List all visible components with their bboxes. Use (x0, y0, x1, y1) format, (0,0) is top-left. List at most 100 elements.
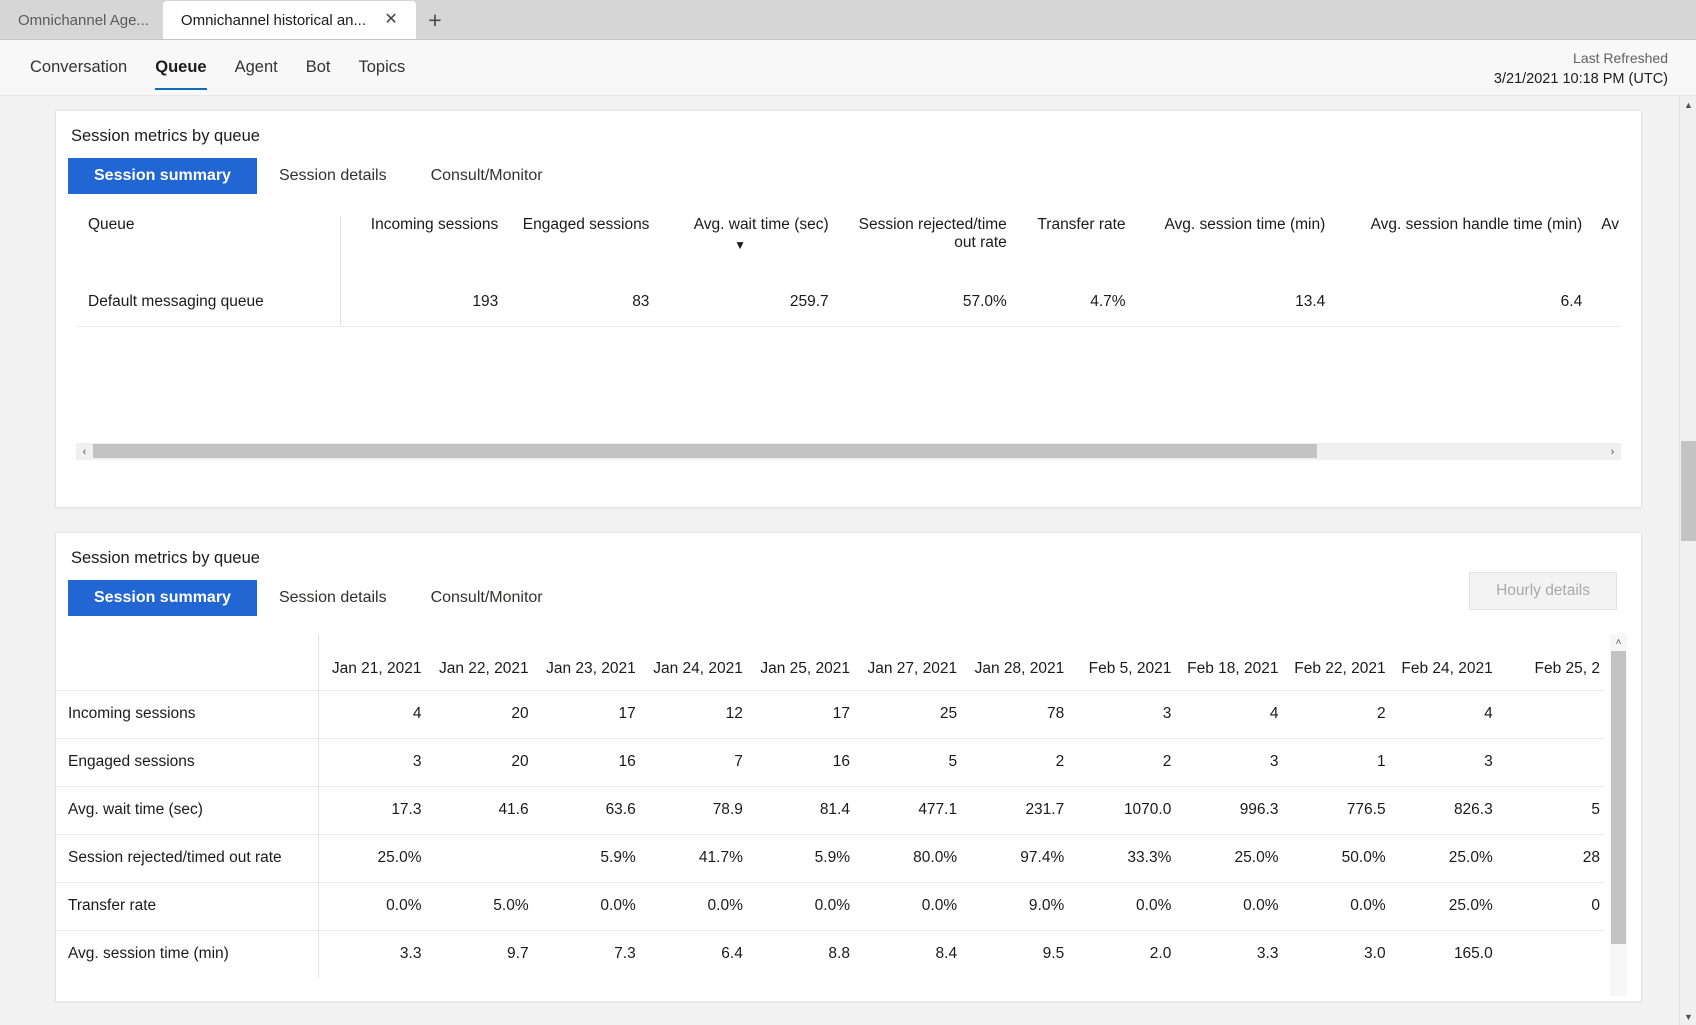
cell-avg-session-handle-time: 6.4 (1327, 278, 1585, 327)
col-header-avg-session-time[interactable]: Avg. session time (min) (1128, 216, 1328, 278)
cell-r5-c8: 3.3 (1256, 945, 1279, 963)
cell-r4-c2: 0.0% (600, 897, 636, 914)
scroll-left-icon[interactable]: ‹ (76, 443, 93, 460)
cell-r4-c8: 0.0% (1243, 897, 1279, 914)
cell-r5-c6: 9.5 (1042, 945, 1065, 963)
scroll-right-icon[interactable]: › (1604, 443, 1621, 460)
browser-tab-1[interactable]: Omnichannel Age... (0, 1, 163, 39)
col-header-date-4[interactable]: Jan 25, 2021 (747, 634, 854, 690)
col-header-date-8[interactable]: Feb 18, 2021 (1175, 634, 1282, 690)
table-horizontal-scrollbar[interactable]: ‹ › (76, 443, 1621, 460)
vscroll-thumb[interactable] (1611, 651, 1626, 945)
row-label-avg-wait-time: Avg. wait time (sec) (56, 786, 319, 834)
col-header-transfer-rate[interactable]: Transfer rate (1009, 216, 1128, 278)
col-header-queue[interactable]: Queue (76, 216, 342, 278)
last-refreshed-value: 3/21/2021 10:18 PM (UTC) (1493, 71, 1668, 87)
hscroll-track[interactable] (93, 443, 1604, 460)
col-header-clipped[interactable]: Av (1584, 216, 1621, 278)
col-header-date-2[interactable]: Jan 23, 2021 (533, 634, 640, 690)
cell-r1-c4: 16 (832, 753, 850, 770)
card2-pivots: Session summary Session details Consult/… (56, 568, 1641, 616)
cell-r1-c3: 7 (734, 753, 743, 770)
table-row[interactable]: Avg. session time (min) 3.3 9.7 7.3 6.4 … (56, 930, 1604, 978)
col-header-avg-session-handle-time[interactable]: Avg. session handle time (min) (1327, 216, 1584, 278)
col-header-date-6[interactable]: Jan 28, 2021 (961, 634, 1068, 690)
close-icon[interactable]: ✕ (380, 9, 402, 31)
browser-tab-2[interactable]: Omnichannel historical an... ✕ (162, 1, 417, 39)
table-row[interactable]: Incoming sessions 4 20 17 12 17 25 78 3 … (56, 690, 1604, 738)
tab-agent[interactable]: Agent (221, 40, 292, 95)
cell-r0-c6: 78 (1046, 705, 1065, 722)
col-header-date-10[interactable]: Feb 24, 2021 (1390, 634, 1497, 690)
hourly-details-button[interactable]: Hourly details (1469, 572, 1617, 610)
card-session-metrics-by-queue-daily: Session metrics by queue Session summary… (55, 532, 1642, 1002)
cell-r5-c9: 3.0 (1364, 945, 1386, 963)
cell-r2-c11: 5 (1591, 801, 1600, 818)
cell-r1-c2: 16 (618, 753, 636, 770)
cell-avg-wait-time: 259.7 (651, 278, 831, 327)
cell-r4-c7: 0.0% (1136, 897, 1172, 914)
col-header-session-rejected-timeout-rate[interactable]: Session rejected/time out rate (831, 216, 1009, 278)
hourly-details-button-label: Hourly details (1496, 582, 1590, 599)
col-header-date-9[interactable]: Feb 22, 2021 (1282, 634, 1389, 690)
card2-pivot-session-details[interactable]: Session details (257, 580, 409, 616)
col-header-date-3[interactable]: Jan 24, 2021 (640, 634, 747, 690)
col-header-avg-session-time-label: Avg. session time (min) (1164, 216, 1326, 233)
new-tab-icon[interactable]: + (416, 1, 454, 39)
table-row[interactable]: Session rejected/timed out rate 25.0% 5.… (56, 834, 1604, 882)
page-vertical-scrollbar[interactable]: ▲ ▼ (1679, 96, 1696, 1025)
col-header-date-1[interactable]: Jan 22, 2021 (425, 634, 532, 690)
card2-pivot-session-summary[interactable]: Session summary (68, 580, 257, 616)
col-header-incoming-sessions-label: Incoming sessions (370, 216, 499, 233)
cell-r4-c4: 0.0% (814, 897, 850, 914)
page-scroll-up-icon[interactable]: ▲ (1680, 96, 1696, 113)
queue-metrics-table-head: Queue Incoming sessions Engaged sessions… (76, 216, 1621, 278)
page-scroll-thumb[interactable] (1681, 441, 1696, 541)
page-content: Session metrics by queue Session summary… (0, 96, 1660, 1025)
card1-pivot-session-summary[interactable]: Session summary (68, 158, 257, 194)
tab-topics[interactable]: Topics (345, 40, 420, 95)
card1-pivot-session-details[interactable]: Session details (257, 158, 409, 194)
cell-avg-session-time: 13.4 (1127, 278, 1328, 327)
cell-r0-c2: 17 (618, 705, 636, 722)
cell-r5-c3: 6.4 (721, 945, 743, 963)
card2-pivot-consult-monitor[interactable]: Consult/Monitor (409, 580, 565, 616)
col-header-avg-wait-time[interactable]: Avg. wait time (sec) ▼ (651, 216, 830, 278)
cell-r0-c5: 25 (939, 705, 958, 722)
cell-r4-c6: 9.0% (1028, 897, 1065, 914)
cell-clipped (1584, 278, 1621, 327)
cell-r1-c6: 2 (1055, 753, 1065, 770)
col-header-date-11[interactable]: Feb 25, 2 (1497, 634, 1604, 690)
tab-queue[interactable]: Queue (141, 40, 220, 95)
card1-table-region: Queue Incoming sessions Engaged sessions… (56, 194, 1641, 474)
table-row[interactable]: Avg. wait time (sec) 17.3 41.6 63.6 78.9… (56, 786, 1604, 834)
card1-pivot-consult-monitor[interactable]: Consult/Monitor (409, 158, 565, 194)
card2-pivot-session-details-label: Session details (278, 589, 387, 606)
col-header-metric-blank (56, 634, 319, 690)
hscroll-thumb[interactable] (93, 444, 1317, 458)
cell-r3-c10: 25.0% (1448, 849, 1493, 866)
vscroll-track[interactable] (1610, 651, 1627, 996)
col-header-engaged-sessions[interactable]: Engaged sessions (500, 216, 651, 278)
page-scroll-down-icon[interactable]: ▼ (1680, 1008, 1696, 1025)
col-header-date-7[interactable]: Feb 5, 2021 (1068, 634, 1175, 690)
col-header-incoming-sessions[interactable]: Incoming sessions (341, 216, 501, 278)
col-header-queue-label: Queue (88, 216, 135, 233)
cell-r0-c10: 4 (1484, 705, 1493, 722)
col-header-session-rejected-timeout-rate-label: Session rejected/time (858, 216, 1007, 233)
cell-r2-c3: 78.9 (712, 801, 743, 818)
table-row[interactable]: Default messaging queue 193 83 259.7 57.… (76, 278, 1621, 327)
tab-conversation[interactable]: Conversation (30, 40, 141, 95)
table-row[interactable]: Engaged sessions 3 20 16 7 16 5 2 2 3 1 … (56, 738, 1604, 786)
col-header-date-0[interactable]: Jan 21, 2021 (318, 634, 425, 690)
col-header-clipped-label: Av (1601, 216, 1619, 233)
card1-pivot-consult-monitor-label: Consult/Monitor (430, 167, 543, 184)
tab-queue-label: Queue (155, 58, 207, 76)
scroll-up-icon[interactable]: ˄ (1610, 634, 1627, 651)
cell-r2-c0: 17.3 (391, 801, 422, 818)
col-header-date-5[interactable]: Jan 27, 2021 (854, 634, 961, 690)
table-row[interactable]: Transfer rate 0.0% 5.0% 0.0% 0.0% 0.0% 0… (56, 882, 1604, 930)
tab-bot[interactable]: Bot (292, 40, 345, 95)
daily-table-vertical-scrollbar[interactable]: ˄ (1610, 634, 1627, 996)
cell-r1-c10: 3 (1484, 753, 1493, 770)
